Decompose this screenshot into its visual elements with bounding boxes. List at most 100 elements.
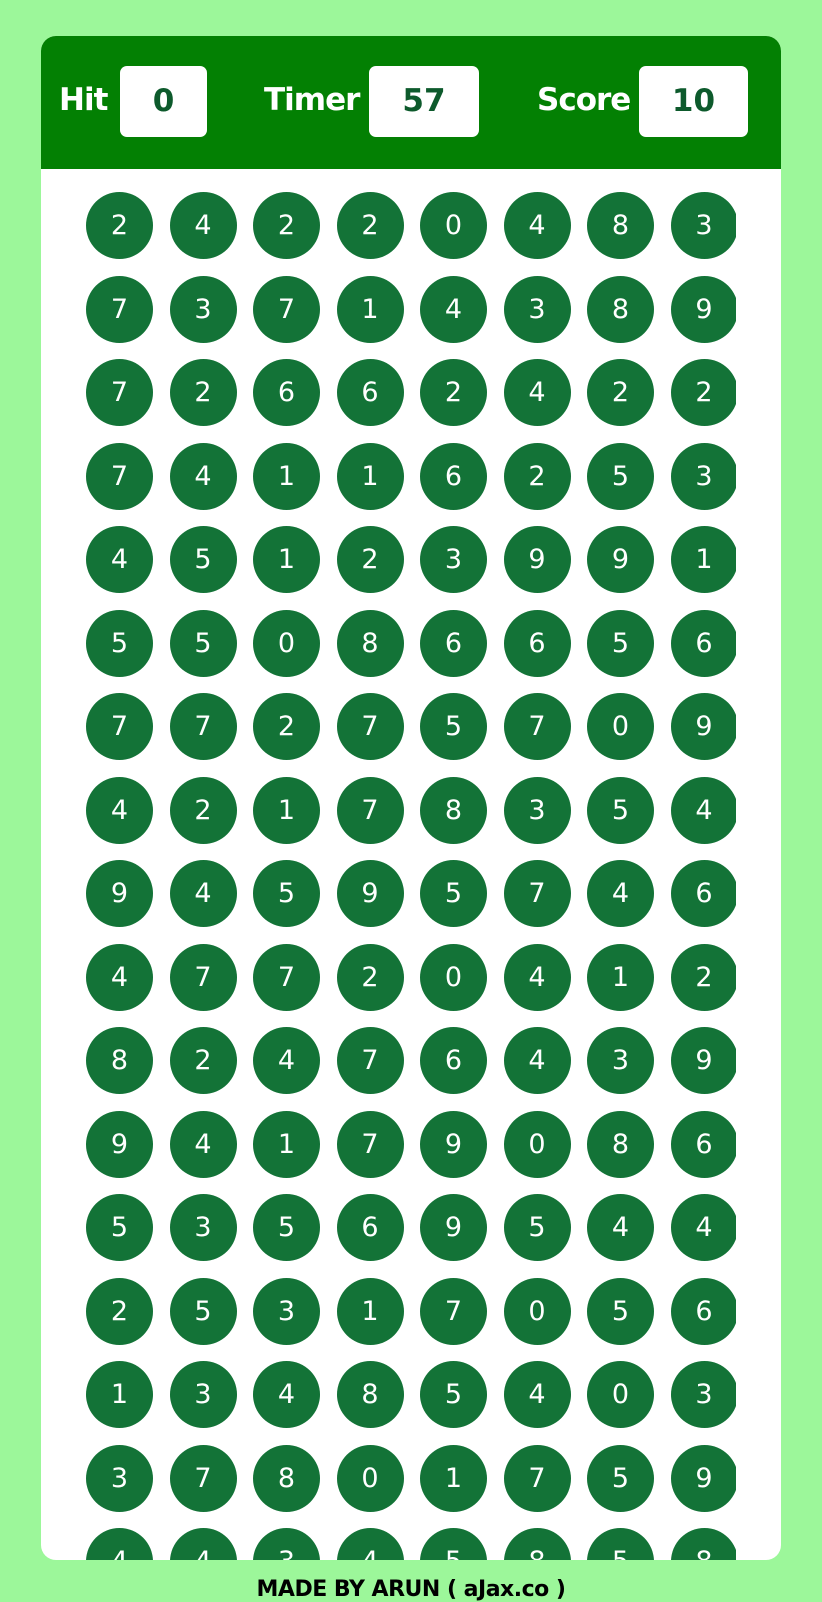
number-bubble[interactable]: 4 (503, 192, 571, 259)
number-bubble[interactable]: 2 (253, 693, 320, 760)
number-bubble[interactable]: 7 (336, 1027, 404, 1094)
number-bubble[interactable]: 8 (587, 192, 654, 259)
number-bubble[interactable]: 7 (169, 693, 237, 760)
number-bubble[interactable]: 7 (253, 275, 320, 343)
number-bubble[interactable]: 6 (670, 609, 736, 677)
number-bubble[interactable]: 2 (670, 943, 736, 1011)
number-bubble[interactable]: 9 (420, 1194, 487, 1261)
number-bubble[interactable]: 6 (670, 860, 736, 927)
number-bubble[interactable]: 1 (670, 526, 736, 593)
number-bubble[interactable]: 7 (503, 1444, 571, 1512)
number-bubble[interactable]: 9 (670, 1027, 736, 1094)
number-bubble[interactable]: 4 (86, 776, 153, 844)
number-bubble[interactable]: 7 (86, 442, 153, 510)
number-bubble[interactable]: 0 (253, 609, 320, 677)
number-bubble[interactable]: 4 (670, 1194, 736, 1261)
number-bubble[interactable]: 2 (169, 1027, 237, 1094)
number-bubble[interactable]: 5 (587, 1444, 654, 1512)
number-bubble[interactable]: 9 (670, 275, 736, 343)
number-bubble[interactable]: 9 (420, 1110, 487, 1178)
number-bubble[interactable]: 1 (253, 442, 320, 510)
number-bubble[interactable]: 3 (503, 275, 571, 343)
number-bubble[interactable]: 7 (169, 943, 237, 1011)
number-bubble[interactable]: 4 (169, 442, 237, 510)
number-bubble[interactable]: 4 (86, 526, 153, 593)
number-bubble[interactable]: 1 (336, 275, 404, 343)
number-bubble[interactable]: 5 (420, 1528, 487, 1560)
number-bubble[interactable]: 2 (587, 359, 654, 426)
number-bubble[interactable]: 5 (420, 693, 487, 760)
number-bubble[interactable]: 7 (86, 693, 153, 760)
number-bubble[interactable]: 1 (336, 1277, 404, 1345)
number-bubble[interactable]: 3 (670, 1361, 736, 1428)
number-bubble[interactable]: 6 (420, 442, 487, 510)
number-bubble[interactable]: 6 (420, 609, 487, 677)
number-bubble[interactable]: 1 (253, 526, 320, 593)
number-bubble[interactable]: 7 (420, 1277, 487, 1345)
number-bubble[interactable]: 5 (169, 1277, 237, 1345)
number-bubble[interactable]: 9 (587, 526, 654, 593)
number-bubble[interactable]: 7 (336, 776, 404, 844)
number-bubble[interactable]: 4 (503, 359, 571, 426)
number-bubble[interactable]: 6 (670, 1110, 736, 1178)
number-bubble[interactable]: 7 (253, 943, 320, 1011)
number-bubble[interactable]: 4 (169, 860, 237, 927)
number-bubble[interactable]: 5 (169, 526, 237, 593)
number-bubble[interactable]: 7 (86, 275, 153, 343)
number-bubble[interactable]: 3 (253, 1528, 320, 1560)
number-bubble[interactable]: 4 (86, 1528, 153, 1560)
number-bubble[interactable]: 3 (670, 442, 736, 510)
number-bubble[interactable]: 3 (670, 192, 736, 259)
number-bubble[interactable]: 4 (503, 943, 571, 1011)
number-bubble[interactable]: 6 (420, 1027, 487, 1094)
number-bubble[interactable]: 4 (587, 1194, 654, 1261)
number-bubble[interactable]: 5 (587, 609, 654, 677)
number-bubble[interactable]: 9 (86, 860, 153, 927)
number-bubble[interactable]: 4 (253, 1361, 320, 1428)
number-bubble[interactable]: 5 (253, 860, 320, 927)
number-bubble[interactable]: 9 (670, 693, 736, 760)
number-bubble[interactable]: 0 (420, 192, 487, 259)
number-bubble[interactable]: 5 (169, 609, 237, 677)
number-bubble[interactable]: 4 (169, 1528, 237, 1560)
number-bubble[interactable]: 5 (587, 776, 654, 844)
number-bubble[interactable]: 9 (336, 860, 404, 927)
number-bubble[interactable]: 8 (503, 1528, 571, 1560)
number-bubble[interactable]: 3 (503, 776, 571, 844)
number-bubble[interactable]: 5 (420, 860, 487, 927)
number-bubble[interactable]: 3 (420, 526, 487, 593)
number-bubble[interactable]: 2 (169, 776, 237, 844)
number-bubble[interactable]: 8 (587, 1110, 654, 1178)
number-bubble[interactable]: 8 (420, 776, 487, 844)
number-bubble[interactable]: 5 (86, 609, 153, 677)
number-bubble[interactable]: 6 (336, 1194, 404, 1261)
number-bubble[interactable]: 8 (86, 1027, 153, 1094)
number-bubble[interactable]: 4 (169, 192, 237, 259)
number-bubble[interactable]: 1 (86, 1361, 153, 1428)
number-bubble[interactable]: 4 (420, 275, 487, 343)
number-bubble[interactable]: 8 (253, 1444, 320, 1512)
number-bubble[interactable]: 5 (587, 1277, 654, 1345)
number-bubble[interactable]: 4 (670, 776, 736, 844)
number-bubble[interactable]: 8 (670, 1528, 736, 1560)
number-bubble[interactable]: 1 (587, 943, 654, 1011)
number-bubble[interactable]: 1 (336, 442, 404, 510)
number-bubble[interactable]: 6 (253, 359, 320, 426)
number-bubble[interactable]: 5 (253, 1194, 320, 1261)
number-bubble[interactable]: 5 (86, 1194, 153, 1261)
number-bubble[interactable]: 3 (169, 1194, 237, 1261)
number-bubble[interactable]: 0 (503, 1110, 571, 1178)
number-bubble[interactable]: 7 (336, 1110, 404, 1178)
number-bubble[interactable]: 7 (503, 860, 571, 927)
number-bubble[interactable]: 7 (86, 359, 153, 426)
number-bubble[interactable]: 2 (336, 192, 404, 259)
number-bubble[interactable]: 7 (336, 693, 404, 760)
number-bubble[interactable]: 5 (420, 1361, 487, 1428)
number-bubble[interactable]: 0 (336, 1444, 404, 1512)
number-bubble[interactable]: 2 (336, 526, 404, 593)
number-bubble[interactable]: 9 (503, 526, 571, 593)
number-bubble[interactable]: 5 (503, 1194, 571, 1261)
number-bubble[interactable]: 8 (336, 609, 404, 677)
number-bubble[interactable]: 3 (587, 1027, 654, 1094)
number-bubble[interactable]: 2 (86, 1277, 153, 1345)
